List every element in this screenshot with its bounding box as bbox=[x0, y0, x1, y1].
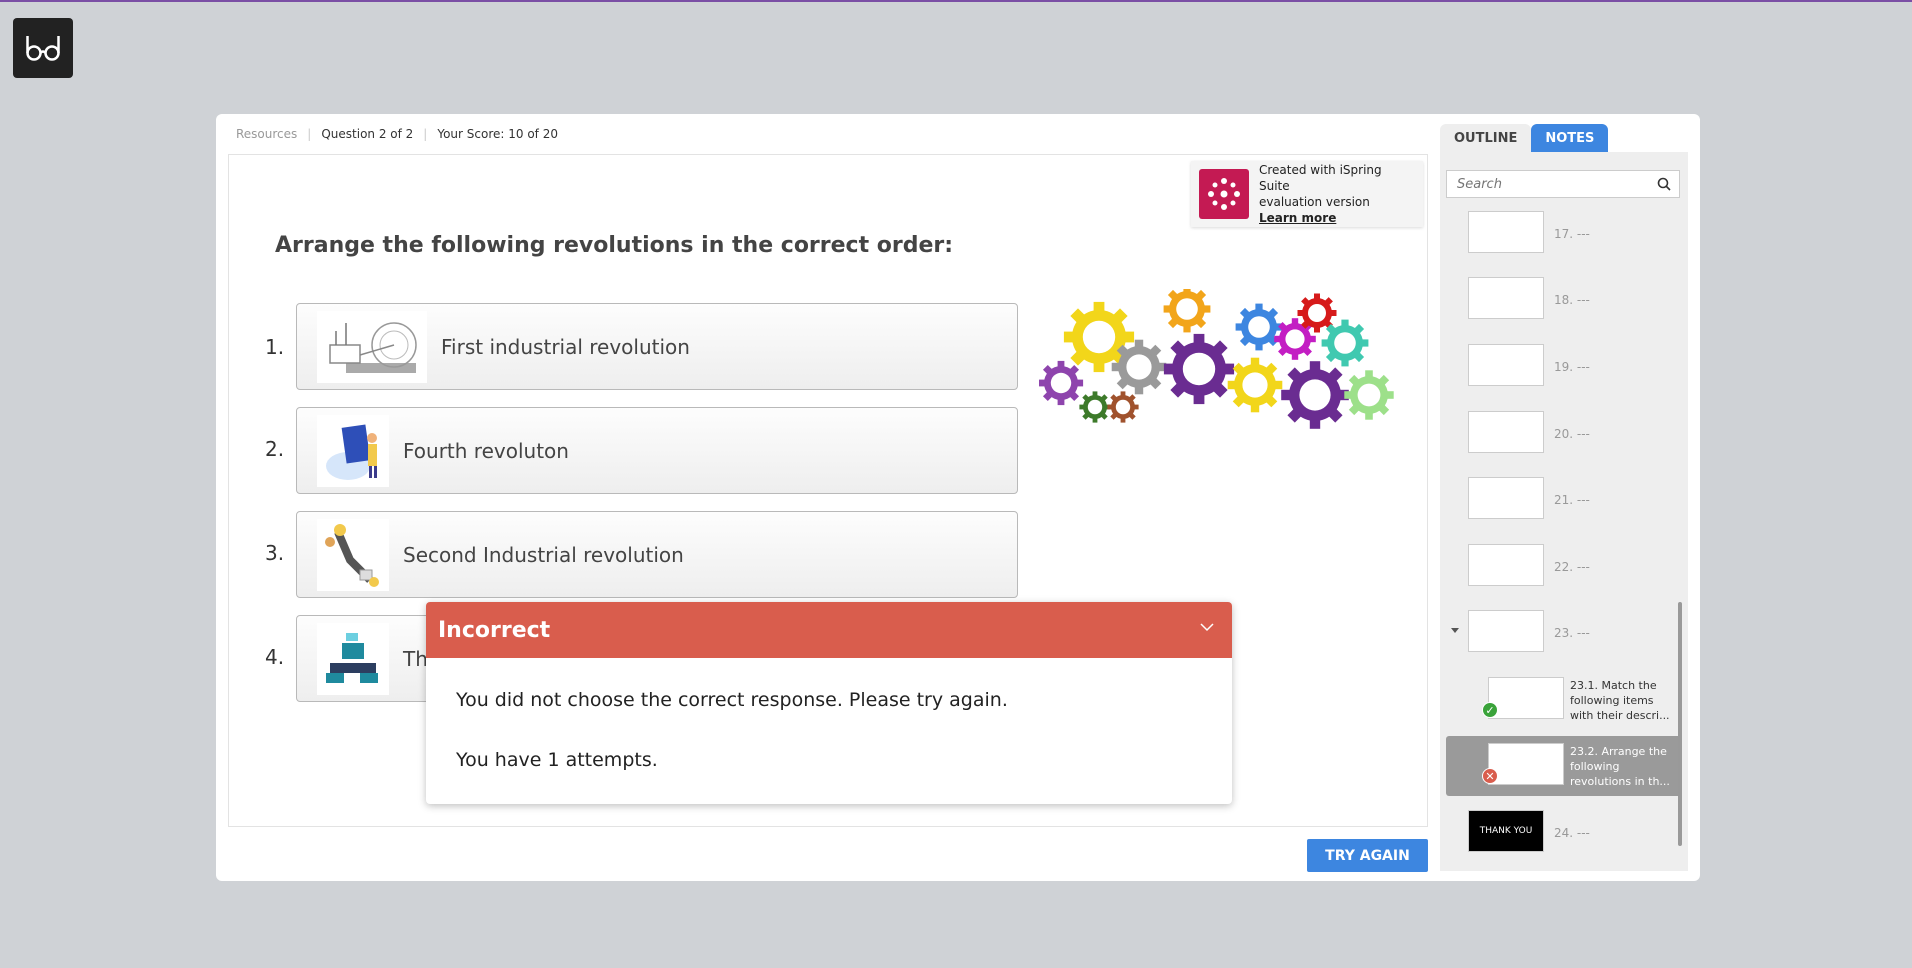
question-text: Arrange the following revolutions in the… bbox=[275, 233, 954, 258]
correct-check-icon: ✓ bbox=[1482, 702, 1498, 718]
ispring-line1: Created with iSpring Suite bbox=[1259, 163, 1382, 193]
feedback-message: You did not choose the correct response.… bbox=[456, 689, 1008, 711]
outline-label: 23.1. Match the following items with the… bbox=[1570, 678, 1670, 722]
attempts-message: You have 1 attempts. bbox=[456, 749, 658, 771]
try-again-button[interactable]: TRY AGAIN bbox=[1307, 839, 1428, 872]
outline-item-17[interactable]: 17. --- bbox=[1440, 204, 1676, 264]
item-label: Second Industrial revolution bbox=[403, 542, 684, 567]
feedback-title: Incorrect bbox=[438, 617, 551, 643]
outline-label: 21. --- bbox=[1554, 493, 1590, 507]
sidebar: OUTLINE NOTES 17. --- 18. --- bbox=[1440, 114, 1700, 881]
player-topbar: Resources | Question 2 of 2 | Your Score… bbox=[236, 124, 558, 144]
sequence-item-1[interactable]: First industrial revolution bbox=[296, 303, 1018, 390]
outline-item-20[interactable]: 20. --- bbox=[1440, 404, 1676, 464]
item-label: First industrial revolution bbox=[441, 334, 690, 359]
slide-thumbnail bbox=[1468, 211, 1544, 253]
quiz-player: Resources | Question 2 of 2 | Your Score… bbox=[216, 114, 1700, 881]
glasses-icon bbox=[26, 36, 60, 61]
top-accent-line bbox=[0, 0, 1912, 2]
topbar-separator: | bbox=[423, 127, 428, 141]
digital-person-image bbox=[317, 414, 389, 487]
sequence-item-3[interactable]: Second Industrial revolution bbox=[296, 511, 1018, 598]
outline-label: 19. --- bbox=[1554, 360, 1590, 374]
slide-thumbnail bbox=[1468, 277, 1544, 319]
chevron-down-icon[interactable] bbox=[1200, 622, 1214, 632]
ispring-line2: evaluation version bbox=[1259, 195, 1370, 209]
gears-illustration bbox=[1039, 289, 1394, 429]
caret-down-icon[interactable] bbox=[1450, 627, 1460, 635]
outline-item-23-1[interactable]: ✓ 23.1. Match the following items with t… bbox=[1440, 670, 1676, 730]
outline-label: 24. --- bbox=[1554, 826, 1590, 840]
score-display: Your Score: 10 of 20 bbox=[437, 127, 558, 141]
ispring-burst-icon bbox=[1208, 178, 1240, 210]
item-number: 2. bbox=[265, 437, 285, 461]
search-box bbox=[1446, 170, 1680, 198]
ispring-watermark: Created with iSpring Suite evaluation ve… bbox=[1191, 161, 1423, 227]
sequence-item-2[interactable]: Fourth revoluton bbox=[296, 407, 1018, 494]
slide-thumbnail bbox=[1488, 743, 1564, 785]
outline-item-23-2[interactable]: ✕ 23.2. Arrange the following revolution… bbox=[1446, 736, 1682, 796]
tab-outline[interactable]: OUTLINE bbox=[1440, 124, 1532, 152]
outline-label: 18. --- bbox=[1554, 293, 1590, 307]
item-number: 3. bbox=[265, 541, 285, 565]
search-icon[interactable] bbox=[1657, 177, 1671, 191]
outline-item-24[interactable]: THANK YOU 24. --- bbox=[1440, 803, 1676, 863]
outline-item-22[interactable]: 22. --- bbox=[1440, 537, 1676, 597]
slide-thumbnail: THANK YOU bbox=[1468, 810, 1544, 852]
computer-network-image bbox=[317, 622, 389, 695]
outline-item-19[interactable]: 19. --- bbox=[1440, 337, 1676, 397]
item-number: 1. bbox=[265, 335, 285, 359]
slide-thumbnail bbox=[1468, 477, 1544, 519]
steam-engine-image bbox=[317, 310, 427, 383]
feedback-header: Incorrect bbox=[426, 602, 1232, 658]
item-label: Fourth revoluton bbox=[403, 438, 569, 463]
outline-item-21[interactable]: 21. --- bbox=[1440, 470, 1676, 530]
slide-thumbnail bbox=[1468, 544, 1544, 586]
topbar-separator: | bbox=[307, 127, 312, 141]
outline-item-18[interactable]: 18. --- bbox=[1440, 270, 1676, 330]
incorrect-x-icon: ✕ bbox=[1482, 768, 1498, 784]
learn-more-link[interactable]: Learn more bbox=[1259, 210, 1415, 226]
feedback-dialog: Incorrect You did not choose the correct… bbox=[426, 602, 1232, 804]
slide-thumbnail bbox=[1468, 344, 1544, 386]
resources-link[interactable]: Resources bbox=[236, 127, 297, 141]
outline-label: 20. --- bbox=[1554, 427, 1590, 441]
slide-thumbnail bbox=[1488, 677, 1564, 719]
outline-label: 23. --- bbox=[1554, 626, 1590, 640]
reader-mode-button[interactable] bbox=[13, 18, 73, 78]
outline-label: 22. --- bbox=[1554, 560, 1590, 574]
slide-thumbnail bbox=[1468, 610, 1544, 652]
outline-label: 17. --- bbox=[1554, 227, 1590, 241]
outline-item-23[interactable]: 23. --- bbox=[1440, 603, 1676, 663]
ispring-logo bbox=[1199, 169, 1249, 219]
tab-notes[interactable]: NOTES bbox=[1531, 124, 1609, 152]
item-number: 4. bbox=[265, 645, 285, 669]
sidebar-tabs: OUTLINE NOTES bbox=[1440, 124, 1609, 152]
item-label: Th bbox=[403, 646, 428, 671]
outline-panel: 17. --- 18. --- 19. --- 20. --- 21. --- bbox=[1440, 152, 1688, 871]
slide-thumbnail bbox=[1468, 411, 1544, 453]
outline-scrollbar[interactable] bbox=[1678, 602, 1682, 846]
outline-label: 23.2. Arrange the following revolutions … bbox=[1570, 744, 1670, 788]
conveyor-image bbox=[317, 518, 389, 591]
question-counter: Question 2 of 2 bbox=[321, 127, 414, 141]
search-input[interactable] bbox=[1457, 176, 1647, 192]
outline-list: 17. --- 18. --- 19. --- 20. --- 21. --- bbox=[1440, 204, 1688, 864]
